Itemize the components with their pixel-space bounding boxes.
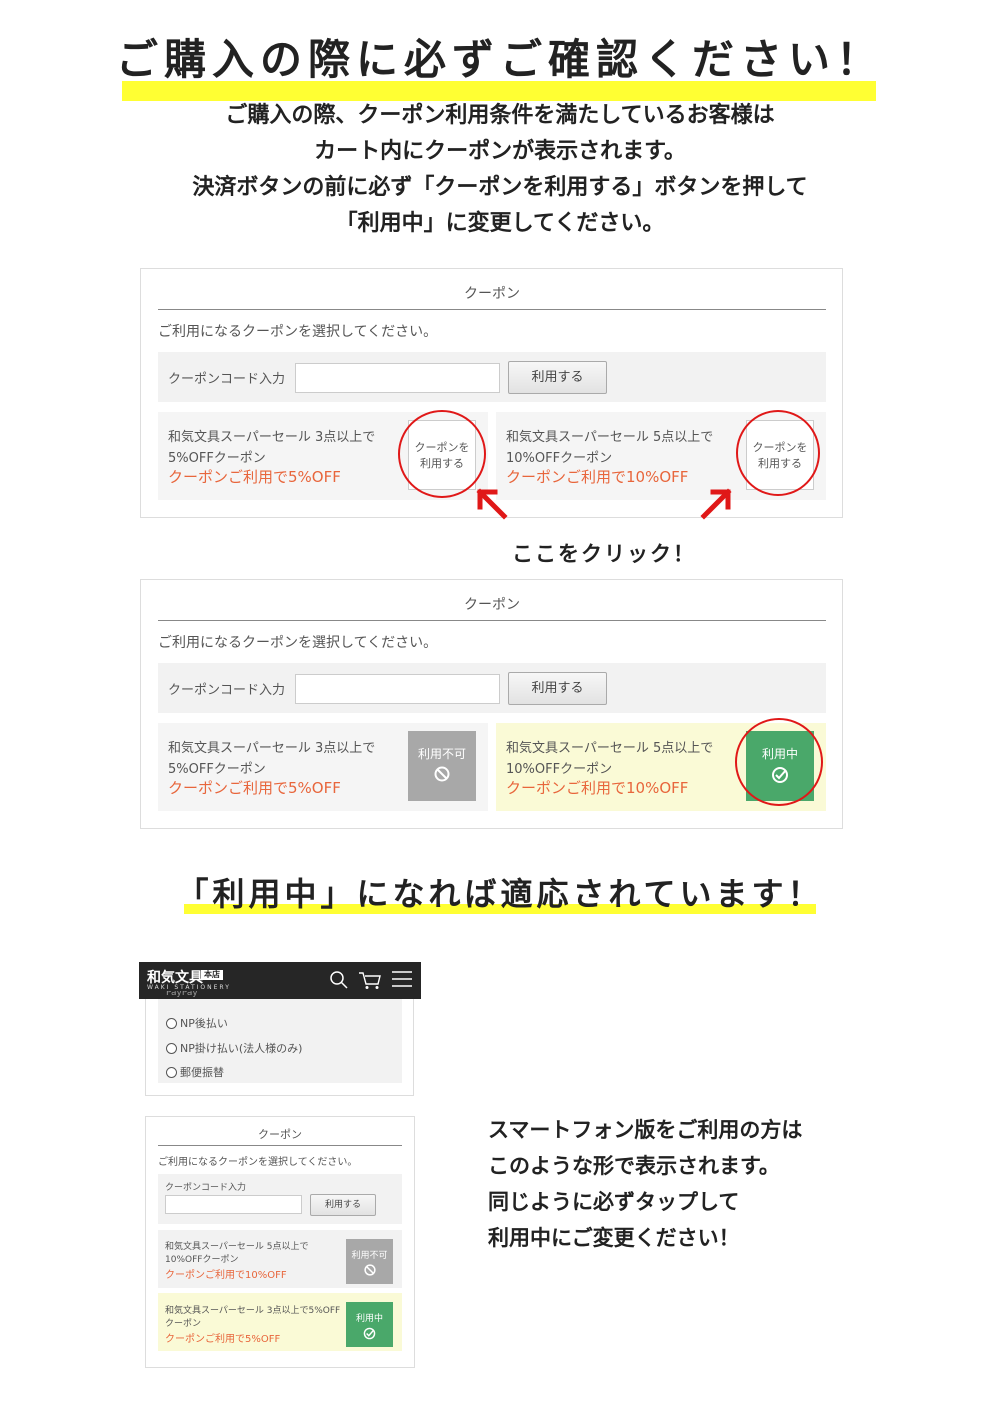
coupon-code-label: クーポンコード入力	[168, 683, 286, 698]
active-headline: 「利用中」になれば適応されています！	[0, 869, 1000, 915]
coupon-code-bar: クーポンコード入力 利用する	[158, 1174, 402, 1224]
coupon-name: 和気文具スーパーセール 3点以上で	[168, 430, 376, 445]
coupon-discount: クーポンご利用で10%OFF	[506, 779, 689, 797]
coupon-name-cont: 5%OFFクーポン	[168, 451, 266, 466]
apply-code-button[interactable]: 利用する	[508, 672, 607, 705]
coupon-name-cont: 5%OFFクーポン	[168, 762, 266, 777]
coupon-code-input[interactable]	[295, 363, 500, 393]
coupon-card: 和気文具スーパーセール 3点以上で 5%OFFクーポン クーポンご利用で5%OF…	[158, 723, 488, 811]
coupon-description: ご利用になるクーポンを選択してください。	[158, 324, 438, 340]
payment-options: PayPay NP後払い NP掛け払い(法人様のみ) 郵便振替	[145, 991, 414, 1096]
coupon-name: 和気文具スーパーセール 3点以上で5%OFF	[165, 1306, 341, 1316]
intro-line: ご購入の際、クーポン利用条件を満たしているお客様は	[225, 103, 775, 128]
coupon-name-cont: 10%OFFクーポン	[506, 451, 613, 466]
unavailable-button: 利用不可	[346, 1239, 393, 1284]
coupon-discount: クーポンご利用で10%OFF	[165, 1270, 287, 1281]
coupon-code-label: クーポンコード入力	[165, 1183, 247, 1193]
radio-button[interactable]	[166, 1018, 177, 1029]
intro-line: 決済ボタンの前に必ず「クーポンを利用する」ボタンを押して	[192, 175, 808, 200]
highlight-circle	[735, 718, 823, 806]
store-logo-sub: WAKI STATIONERY	[147, 984, 231, 991]
radio-button[interactable]	[166, 1067, 177, 1078]
coupon-description: ご利用になるクーポンを選択してください。	[158, 635, 438, 651]
divider	[158, 309, 826, 310]
coupon-title: クーポン	[464, 286, 520, 302]
coupon-name: 和気文具スーパーセール 5点以上で	[165, 1242, 309, 1252]
highlight-circle	[736, 410, 820, 496]
smartphone-note: スマートフォン版をご利用の方は このような形で表示されます。 同じように必ずタッ…	[488, 1112, 802, 1256]
in-use-button[interactable]: 利用中	[346, 1302, 393, 1347]
intro-line: カート内にクーポンが表示されます。	[314, 139, 686, 164]
coupon-discount: クーポンご利用で5%OFF	[165, 1334, 281, 1345]
coupon-code-input[interactable]	[165, 1195, 302, 1214]
unavailable-label: 利用不可	[351, 1251, 388, 1261]
payment-options-box: PayPay NP後払い NP掛け払い(法人様のみ) 郵便振替	[158, 991, 402, 1083]
coupon-code-bar: クーポンコード入力 利用する	[158, 352, 826, 402]
prohibited-icon	[363, 1264, 376, 1276]
cart-icon[interactable]	[358, 970, 382, 990]
coupon-panel-before: クーポン ご利用になるクーポンを選択してください。 クーポンコード入力 利用する…	[140, 268, 843, 518]
coupon-description: ご利用になるクーポンを選択してください。	[158, 1157, 358, 1168]
divider	[158, 1145, 402, 1146]
search-icon[interactable]	[329, 970, 349, 990]
coupon-card: 和気文具スーパーセール 5点以上で 10%OFFクーポン クーポンご利用で10%…	[158, 1230, 402, 1288]
coupon-title: クーポン	[464, 597, 520, 613]
mobile-coupon-panel: クーポン ご利用になるクーポンを選択してください。 クーポンコード入力 利用する…	[145, 1116, 415, 1368]
intro-line: 「利用中」に変更してください。	[335, 211, 665, 236]
menu-icon[interactable]	[391, 969, 413, 989]
payment-option-partial: PayPay	[166, 991, 198, 998]
note-line: 同じように必ずタップして	[488, 1190, 740, 1214]
coupon-discount: クーポンご利用で5%OFF	[168, 468, 341, 486]
intro-text: ご購入の際、クーポン利用条件を満たしているお客様は カート内にクーポンが表示され…	[0, 98, 1000, 242]
in-use-label: 利用中	[355, 1314, 383, 1324]
coupon-title: クーポン	[258, 1128, 302, 1141]
coupon-name: 和気文具スーパーセール 5点以上で	[506, 741, 714, 756]
coupon-name-cont: 10%OFFクーポン	[506, 762, 613, 777]
coupon-code-bar: クーポンコード入力 利用する	[158, 663, 826, 713]
coupon-code-label: クーポンコード入力	[168, 372, 286, 387]
check-circle-icon	[363, 1327, 376, 1340]
main-headline: ご購入の際に必ずご確認ください！	[0, 26, 1000, 101]
unavailable-label: 利用不可	[417, 747, 466, 761]
apply-code-button[interactable]: 利用する	[508, 361, 607, 394]
note-line: スマートフォン版をご利用の方は	[488, 1118, 803, 1142]
apply-code-button[interactable]: 利用する	[310, 1194, 376, 1216]
coupon-discount: クーポンご利用で5%OFF	[168, 779, 341, 797]
payment-option-label: NP掛け払い(法人様のみ)	[180, 1042, 303, 1055]
coupon-panel-after: クーポン ご利用になるクーポンを選択してください。 クーポンコード入力 利用する…	[140, 579, 843, 829]
coupon-name: 和気文具スーパーセール 5点以上で	[506, 430, 714, 445]
divider	[158, 620, 826, 621]
note-line: 利用中にご変更ください！	[488, 1226, 740, 1250]
payment-option-label: 郵便振替	[180, 1066, 224, 1079]
arrow-up-left-icon	[476, 488, 508, 520]
coupon-discount: クーポンご利用で10%OFF	[506, 468, 689, 486]
radio-button[interactable]	[166, 1043, 177, 1054]
payment-option[interactable]: NP後払い	[166, 1015, 228, 1031]
coupon-code-input[interactable]	[295, 674, 500, 704]
prohibited-icon	[434, 766, 450, 782]
headline-text: ご購入の際に必ずご確認ください！	[115, 35, 884, 84]
note-line: このような形で表示されます。	[488, 1154, 780, 1178]
arrow-up-right-icon	[700, 488, 732, 520]
coupon-name-cont: クーポン	[165, 1319, 202, 1329]
store-badge: 本店	[201, 970, 223, 980]
click-here-text: ここをクリック！	[512, 542, 696, 566]
coupon-card-active: 和気文具スーパーセール 3点以上で5%OFF クーポン クーポンご利用で5%OF…	[158, 1293, 402, 1351]
headline-text: 「利用中」になれば適応されています！	[176, 875, 824, 913]
unavailable-button: 利用不可	[408, 731, 476, 801]
coupon-name-cont: 10%OFFクーポン	[165, 1255, 239, 1265]
payment-option[interactable]: 郵便振替	[166, 1064, 224, 1080]
coupon-name: 和気文具スーパーセール 3点以上で	[168, 741, 376, 756]
payment-option[interactable]: NP掛け払い(法人様のみ)	[166, 1040, 302, 1056]
payment-option-label: NP後払い	[180, 1017, 228, 1030]
